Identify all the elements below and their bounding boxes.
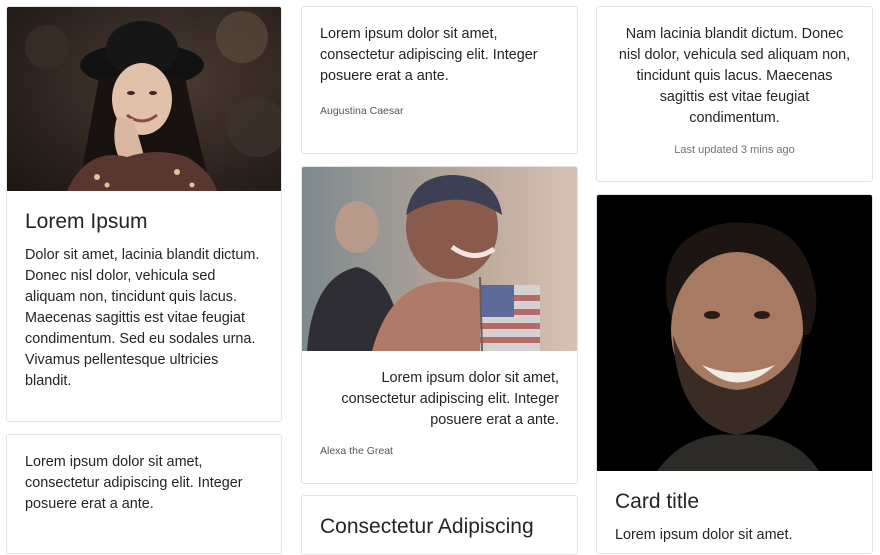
card-consectetur: Consectetur Adipiscing: [301, 495, 578, 555]
blockquote-author: Alexa the Great: [320, 445, 393, 457]
card-quote-alexa: Lorem ipsum dolor sit amet, consectetur …: [301, 166, 578, 484]
blockquote-text: Lorem ipsum dolor sit amet, consectetur …: [320, 26, 538, 84]
photo-woman-hat: [7, 7, 281, 191]
card-quote-caesar: Lorem ipsum dolor sit amet, consectetur …: [301, 6, 578, 154]
photo-smiling-man: [597, 195, 872, 471]
photo-boy-flag: [302, 167, 577, 351]
card-bottom-quote: Lorem ipsum dolor sit amet, consectetur …: [6, 434, 282, 554]
card-title: Lorem Ipsum: [25, 210, 148, 233]
blockquote-author: Augustina Caesar: [320, 105, 404, 117]
card-text: Nam lacinia blandit dictum. Donec nisl d…: [618, 26, 851, 126]
card-lorem-ipsum: Lorem Ipsum Dolor sit amet, lacinia blan…: [6, 6, 282, 422]
blockquote-text: Lorem ipsum dolor sit amet, consectetur …: [341, 370, 559, 428]
card-title: Consectetur Adipiscing: [320, 515, 534, 538]
card-text: Lorem ipsum dolor sit amet, consectetur …: [25, 454, 243, 512]
card-text: Lorem ipsum dolor sit amet.: [615, 527, 793, 543]
card-nam-lacinia: Nam lacinia blandit dictum. Donec nisl d…: [596, 6, 873, 182]
card-title-card: Card title Lorem ipsum dolor sit amet.: [596, 194, 873, 554]
card-updated-meta: Last updated 3 mins ago: [674, 144, 795, 156]
card-text: Dolor sit amet, lacinia blandit dictum. …: [25, 247, 260, 389]
card-title: Card title: [615, 490, 700, 513]
